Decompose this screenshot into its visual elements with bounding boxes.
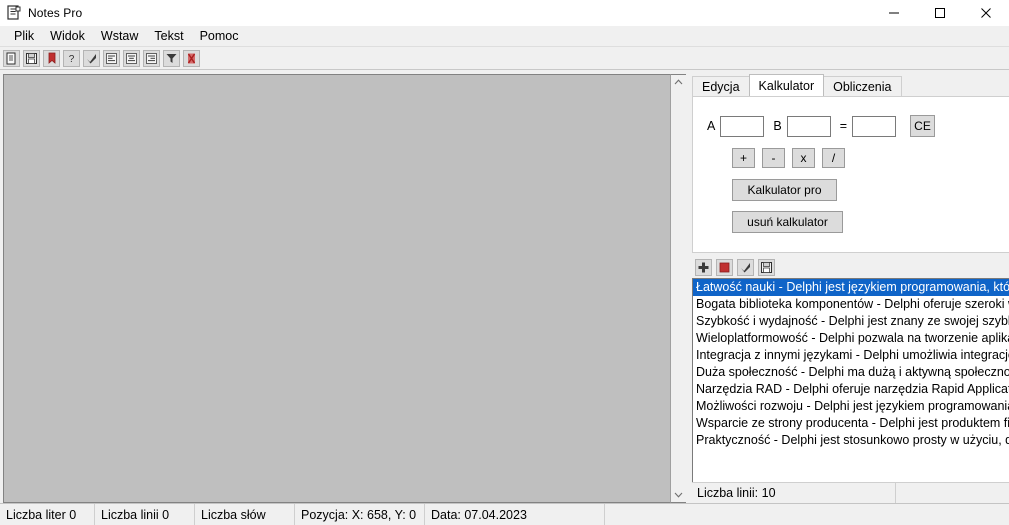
menu-item-tekst[interactable]: Tekst <box>146 27 191 46</box>
help-question-icon[interactable]: ? <box>63 49 80 67</box>
delete-x-icon[interactable] <box>183 49 200 67</box>
status-word-count: Liczba słów <box>195 503 295 525</box>
align-left-icon[interactable] <box>103 49 120 67</box>
svg-text:?: ? <box>69 54 75 65</box>
notes-document-icon <box>6 5 22 21</box>
title-bar: Notes Pro <box>0 0 1009 26</box>
menu-item-widok[interactable]: Widok <box>42 27 93 46</box>
calculator-panel: A B = CE + - x / Kalkulator pro usuń kal… <box>692 96 1009 253</box>
status-filler <box>605 504 1009 525</box>
text-editor[interactable] <box>3 74 674 503</box>
remove-stop-icon[interactable] <box>716 258 733 276</box>
bookmark-icon[interactable] <box>43 49 60 67</box>
menu-item-wstaw[interactable]: Wstaw <box>93 27 147 46</box>
save-disk-icon[interactable] <box>758 258 775 276</box>
add-plus-icon[interactable] <box>695 258 712 276</box>
window-title: Notes Pro <box>28 6 83 20</box>
tab-edycja[interactable]: Edycja <box>692 76 750 96</box>
save-icon[interactable] <box>23 49 40 67</box>
multiply-button[interactable]: x <box>792 148 815 168</box>
list-item[interactable]: Szybkość i wydajność - Delphi jest znany… <box>693 313 1009 330</box>
list-item[interactable]: Wieloplatformowość - Delphi pozwala na t… <box>693 330 1009 347</box>
minimize-button[interactable] <box>871 0 917 26</box>
editor-vertical-scrollbar[interactable] <box>670 74 687 503</box>
align-center-icon[interactable] <box>123 49 140 67</box>
status-cursor-position: Pozycja: X: 658, Y: 0 <box>295 503 425 525</box>
tab-obliczenia[interactable]: Obliczenia <box>823 76 902 96</box>
list-item[interactable]: Bogata biblioteka komponentów - Delphi o… <box>693 296 1009 313</box>
editor-area <box>0 70 687 503</box>
list-item[interactable]: Integracja z innymi językami - Delphi um… <box>693 347 1009 364</box>
maximize-button[interactable] <box>917 0 963 26</box>
label-a: A <box>707 119 716 133</box>
input-result[interactable] <box>852 115 896 137</box>
close-button[interactable] <box>963 0 1009 26</box>
filter-funnel-icon[interactable] <box>163 49 180 67</box>
menu-item-pomoc[interactable]: Pomoc <box>192 27 247 46</box>
divide-button[interactable]: / <box>822 148 845 168</box>
label-equals: = <box>839 119 847 133</box>
status-line-count: Liczba linii 0 <box>95 503 195 525</box>
application-window: Notes Pro Plik Widok Wstaw Tekst Pomoc ?… <box>0 0 1009 525</box>
list-item[interactable]: Wsparcie ze strony producenta - Delphi j… <box>693 415 1009 432</box>
status-letter-count: Liczba liter 0 <box>0 503 95 525</box>
list-status-extra <box>896 483 1009 504</box>
main-toolbar: ? <box>0 47 1009 70</box>
clear-entry-button[interactable]: CE <box>910 115 935 137</box>
new-document-icon[interactable] <box>3 49 20 67</box>
subtract-button[interactable]: - <box>762 148 785 168</box>
list-toolbar <box>692 257 1009 277</box>
menu-item-plik[interactable]: Plik <box>6 27 42 46</box>
list-status-bar: Liczba linii: 10 <box>692 482 1009 503</box>
list-item[interactable]: Duża społeczność - Delphi ma dużą i akty… <box>693 364 1009 381</box>
menu-bar: Plik Widok Wstaw Tekst Pomoc <box>0 26 1009 47</box>
input-a[interactable] <box>720 115 765 137</box>
notes-list[interactable]: Łatwość nauki - Delphi jest językiem pro… <box>692 278 1009 487</box>
line-count-label: Liczba linii: 10 <box>692 482 896 503</box>
right-panel: Edycja Kalkulator Obliczenia A B = CE + … <box>686 70 1009 503</box>
remove-calculator-button[interactable]: usuń kalkulator <box>732 211 843 233</box>
calculator-input-row: A B = CE <box>707 115 1009 137</box>
list-item[interactable]: Łatwość nauki - Delphi jest językiem pro… <box>693 279 1009 296</box>
add-button[interactable]: + <box>732 148 755 168</box>
list-item[interactable]: Narzędzia RAD - Delphi oferuje narzędzia… <box>693 381 1009 398</box>
scroll-up-arrow-icon[interactable] <box>671 75 686 90</box>
list-item[interactable]: Możliwości rozwoju - Delphi jest językie… <box>693 398 1009 415</box>
list-item[interactable]: Praktyczność - Delphi jest stosunkowo pr… <box>693 432 1009 449</box>
check-mark-icon[interactable] <box>737 258 754 276</box>
status-bar: Liczba liter 0 Liczba linii 0 Liczba słó… <box>0 503 1009 525</box>
input-b[interactable] <box>786 115 831 137</box>
label-b: B <box>773 119 782 133</box>
operator-button-row: + - x / <box>732 148 1009 168</box>
check-mark-icon[interactable] <box>83 49 100 67</box>
main-body: Edycja Kalkulator Obliczenia A B = CE + … <box>0 70 1009 503</box>
status-date: Data: 07.04.2023 <box>425 503 605 525</box>
scroll-down-arrow-icon[interactable] <box>671 487 686 502</box>
tab-strip: Edycja Kalkulator Obliczenia <box>686 74 1009 96</box>
align-right-icon[interactable] <box>143 49 160 67</box>
tab-kalkulator[interactable]: Kalkulator <box>748 74 825 96</box>
kalkulator-pro-button[interactable]: Kalkulator pro <box>732 179 837 201</box>
window-controls <box>871 0 1009 26</box>
